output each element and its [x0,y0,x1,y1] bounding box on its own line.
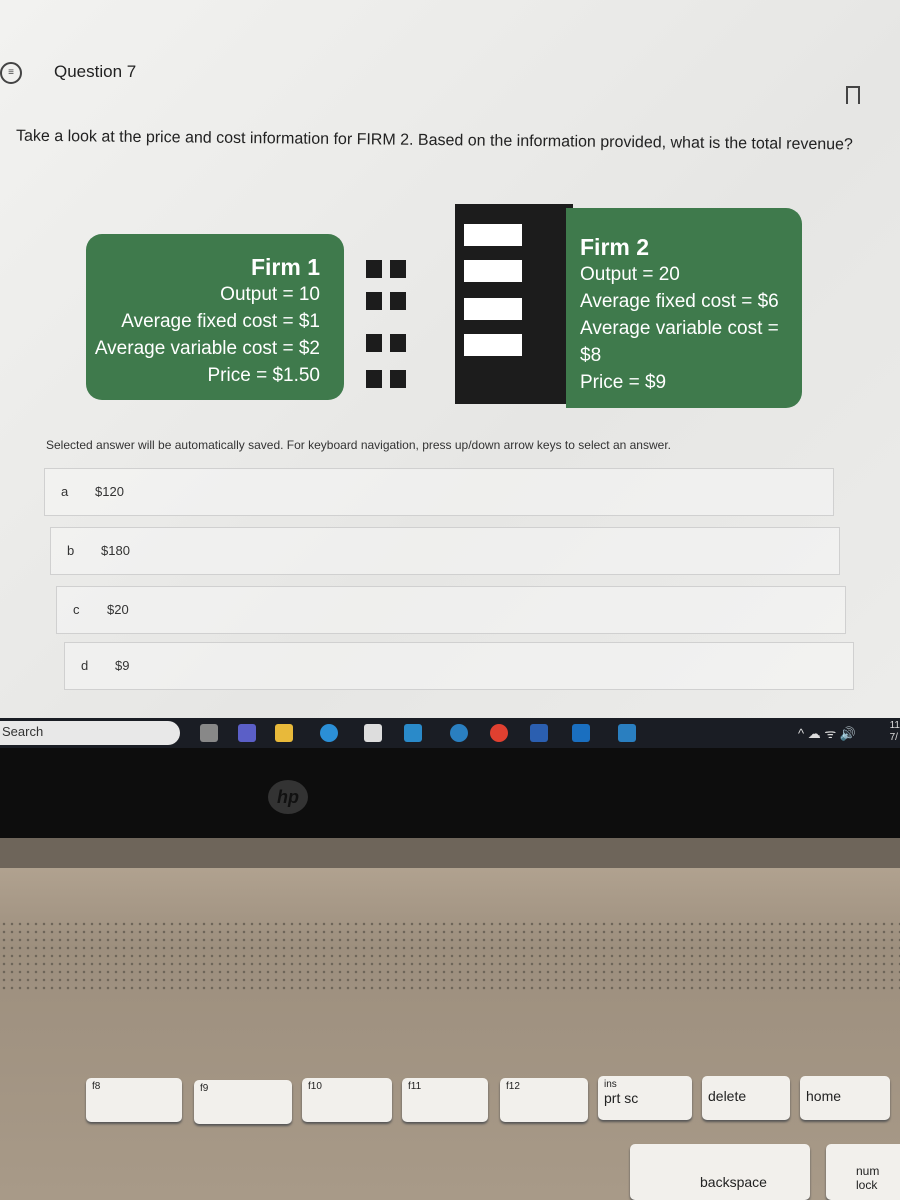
word-icon[interactable] [530,724,548,742]
key-label: backspace [700,1174,767,1190]
speaker-grille [0,920,900,990]
app-icon[interactable] [618,724,636,742]
building-window [366,292,382,310]
task-view-icon[interactable] [200,724,218,742]
key-f9[interactable]: f9 [194,1080,292,1124]
firm1-name: Firm 1 [250,254,320,280]
key-label: f11 [408,1081,422,1092]
option-letter: c [73,602,80,617]
building-window [366,334,382,352]
clock-date: 7/ [889,732,898,743]
teams-icon[interactable] [238,724,256,742]
system-tray-icons[interactable]: ^ ☁ ᯤ 🔊 [798,724,856,742]
hp-logo: hp [268,780,308,814]
answer-option-b[interactable]: b $180 [50,527,840,575]
file-explorer-icon[interactable] [275,724,293,742]
key-label: prt sc [604,1090,639,1106]
key-label: delete [708,1088,747,1104]
key-label: f10 [308,1081,322,1092]
key-home[interactable]: home [800,1076,890,1120]
key-label: f9 [200,1083,209,1094]
outlook-icon[interactable] [572,724,590,742]
firm1-avc: Average variable cost = $2 [94,338,320,359]
key-label: ins [604,1079,617,1090]
firm2-card: Firm 2 Output = 20 Average fixed cost = … [566,208,802,408]
option-value: $9 [115,658,130,673]
clock-time: 11 [889,720,900,731]
store-icon[interactable] [364,724,382,742]
key-f10[interactable]: f10 [302,1078,392,1122]
app-icon[interactable] [404,724,422,742]
building-window [464,298,522,320]
option-value: $20 [107,602,129,617]
firm2-price: Price = $9 [580,372,667,393]
option-value: $180 [101,543,130,558]
bookmark-icon[interactable] [846,86,860,104]
building-window [390,370,406,388]
key-backspace[interactable]: backspace [630,1144,810,1200]
option-value: $120 [95,484,124,499]
building-window [390,292,406,310]
key-prtsc[interactable]: ins prt sc [598,1076,692,1120]
key-label: f8 [92,1081,101,1092]
question-icon: ≡ [0,62,22,84]
option-letter: b [67,543,75,558]
key-f11[interactable]: f11 [402,1078,488,1122]
chrome-icon[interactable] [490,724,508,742]
key-num-lock[interactable]: num lock [826,1144,900,1200]
key-label: home [806,1088,842,1104]
firm1-output: Output = 10 [220,284,320,305]
firm2-afc: Average fixed cost = $6 [580,291,779,312]
key-f8[interactable]: f8 [86,1078,182,1122]
answer-option-a[interactable]: a $120 [44,468,834,516]
firm2-output: Output = 20 [580,264,680,285]
screen: ≡ Question 7 Take a look at the price an… [0,0,900,718]
hinge [0,838,900,868]
answer-option-d[interactable]: d $9 [64,642,854,690]
building-window [366,260,382,278]
key-f12[interactable]: f12 [500,1078,588,1122]
question-prompt: Take a look at the price and cost inform… [15,127,853,154]
firm2-avc: Average variable cost = $8 [580,318,779,366]
taskbar-search[interactable]: Search [0,721,180,745]
building-window [464,260,522,282]
answer-option-c[interactable]: c $20 [56,586,846,634]
taskbar: Search ^ ☁ ᯤ 🔊 11 7/ [0,718,900,748]
autosave-note: Selected answer will be automatically sa… [46,438,671,452]
help-icon[interactable] [450,724,468,742]
screen-bezel [0,748,900,838]
firm1-price: Price = $1.50 [207,365,321,386]
key-label: lock [856,1178,878,1192]
building-window [390,260,406,278]
clock[interactable]: 11 7/ [890,720,900,744]
firm1-card: Firm 1 Output = 10 Average fixed cost = … [86,234,344,400]
question-title: Question 7 [54,62,137,81]
building-window [366,370,382,388]
building-window [464,224,522,246]
option-letter: d [81,658,89,673]
key-label: f12 [506,1081,520,1092]
firm1-afc: Average fixed cost = $1 [121,311,320,332]
building-window [390,334,406,352]
key-delete[interactable]: delete [702,1076,790,1120]
building-window [464,334,522,356]
firm2-name: Firm 2 [580,234,650,260]
edge-icon[interactable] [320,724,338,742]
key-label: num [856,1164,880,1178]
option-letter: a [61,484,69,499]
